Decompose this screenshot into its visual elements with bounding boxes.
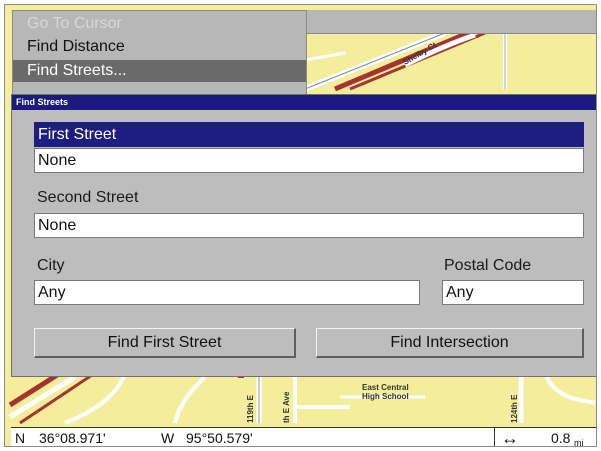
map-title-strip — [307, 10, 596, 34]
city-input[interactable]: Any — [34, 280, 420, 305]
second-street-label: Second Street — [37, 189, 139, 206]
map-label-school-line2: High School — [362, 392, 409, 401]
menu-item-go-to-cursor[interactable]: Go To Cursor — [13, 13, 306, 35]
map-menu: Go To Cursor Find Distance Find Streets.… — [12, 10, 307, 96]
status-divider — [494, 428, 495, 446]
longitude-hemisphere: W — [161, 430, 175, 446]
menu-item-find-distance[interactable]: Find Distance — [13, 36, 306, 58]
zoom-unit: mi — [574, 438, 584, 447]
latitude-hemisphere: N — [15, 430, 26, 446]
find-intersection-button[interactable]: Find Intersection — [316, 328, 584, 358]
longitude-value: 95°50.579' — [186, 430, 253, 446]
menu-item-find-streets[interactable]: Find Streets... — [13, 60, 306, 82]
find-streets-dialog: Find Streets First Street None Second St… — [11, 94, 596, 377]
gps-screen: Shelby Ct 119th E th E Ave 124th E East … — [4, 4, 597, 447]
second-street-input[interactable]: None — [34, 213, 584, 238]
map-label-119th: 119th E — [246, 394, 255, 423]
map-label-school-line1: East Central — [362, 383, 409, 392]
postal-code-label: Postal Code — [444, 257, 532, 274]
first-street-input[interactable]: None — [34, 148, 584, 173]
find-first-street-button[interactable]: Find First Street — [34, 328, 296, 358]
city-label: City — [37, 257, 65, 274]
latitude-value: 36°08.971' — [39, 430, 106, 446]
map-label-ave: th E Ave — [282, 391, 291, 423]
status-bar: N 36°08.971' W 95°50.579' ↔ 0.8 mi — [11, 427, 596, 447]
horizontal-double-arrow-icon: ↔ — [501, 428, 519, 447]
first-street-field-label[interactable]: First Street — [34, 122, 584, 147]
postal-code-input[interactable]: Any — [442, 280, 584, 305]
zoom-value: 0.8 — [551, 430, 571, 446]
map-roads-bottom — [8, 367, 596, 425]
map-label-124th: 124th E — [510, 394, 519, 423]
dialog-title: Find Streets — [12, 95, 596, 110]
